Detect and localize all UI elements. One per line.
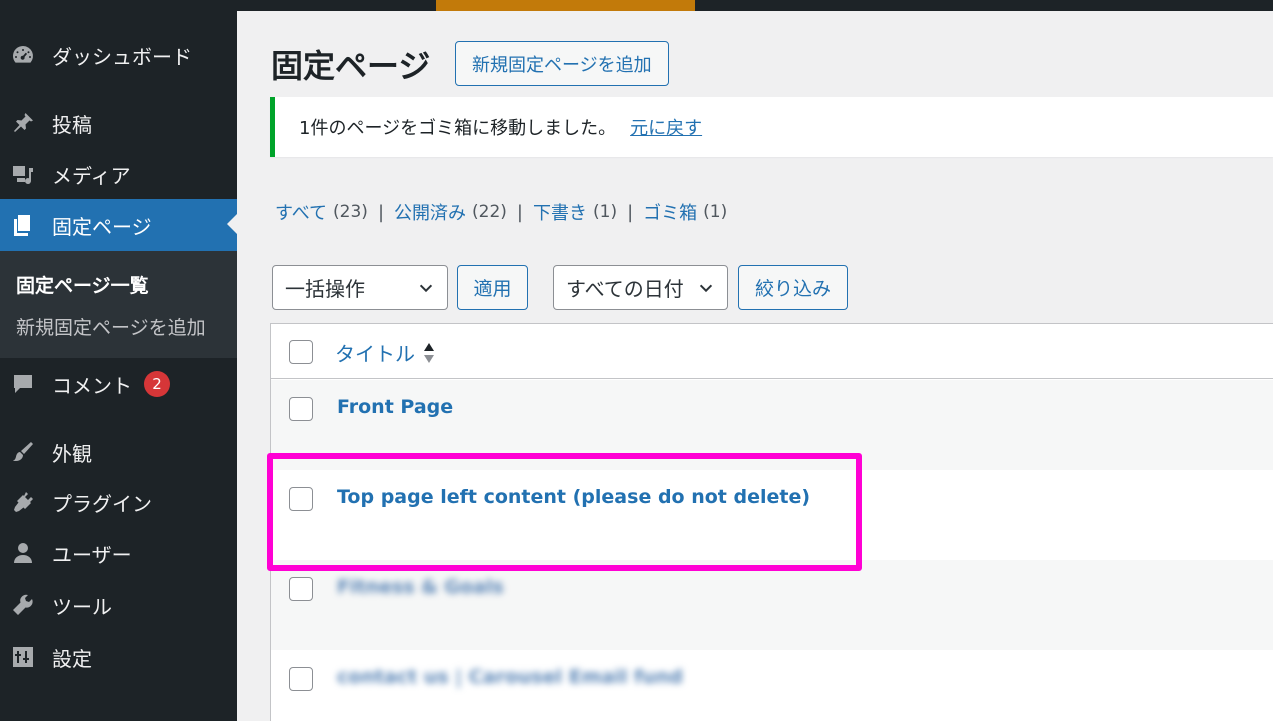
- bulk-action-value: 一括操作: [285, 277, 365, 301]
- filter-separator: |: [516, 201, 523, 223]
- sort-icon: [424, 342, 434, 363]
- row-checkbox[interactable]: [289, 667, 313, 691]
- main-content: 固定ページ 新規固定ページを追加 1件のページをゴミ箱に移動しました。 元に戻す…: [237, 11, 1273, 721]
- row-checkbox[interactable]: [289, 487, 313, 511]
- success-notice: 1件のページをゴミ箱に移動しました。 元に戻す: [270, 97, 1273, 157]
- bulk-action-select[interactable]: 一括操作: [272, 265, 448, 310]
- settings-icon: [11, 645, 35, 669]
- undo-link[interactable]: 元に戻す: [630, 114, 702, 140]
- date-filter-value: すべての日付: [566, 277, 684, 301]
- filter-draft-link[interactable]: 下書き: [533, 199, 587, 225]
- table-row: contact us | Carousel Email fund: [271, 650, 1273, 721]
- sidebar-item-settings[interactable]: 設定: [0, 632, 237, 682]
- filter-draft-count: (1): [593, 202, 618, 222]
- sidebar-item-label: ツール: [52, 594, 112, 619]
- sidebar-item-dashboard[interactable]: ダッシュボード: [0, 30, 237, 80]
- submenu-item-all-pages[interactable]: 固定ページ一覧: [16, 271, 149, 298]
- table-header: タイトル: [271, 324, 1273, 379]
- plugin-icon: [11, 490, 35, 514]
- row-title-link[interactable]: Front Page: [337, 396, 453, 418]
- sidebar-item-label: 固定ページ: [52, 214, 152, 239]
- table-row: Front Page: [271, 380, 1273, 470]
- pages-table: タイトル Front Page Top page left content (p…: [270, 323, 1273, 721]
- row-checkbox[interactable]: [289, 577, 313, 601]
- title-column-header[interactable]: タイトル: [335, 338, 435, 367]
- page-title: 固定ページ: [271, 47, 431, 85]
- table-row: Fitness & Goals: [271, 560, 1273, 650]
- pages-icon: [11, 213, 35, 237]
- filter-all-link[interactable]: すべて: [275, 199, 327, 225]
- filter-all-count: (23): [333, 202, 368, 222]
- wrench-icon: [11, 593, 35, 617]
- dashboard-icon: [11, 43, 35, 67]
- filter-trash-count: (1): [703, 202, 728, 222]
- add-new-page-button[interactable]: 新規固定ページを追加: [455, 41, 669, 86]
- sidebar-item-appearance[interactable]: 外観: [0, 427, 237, 477]
- chevron-down-icon: [419, 284, 433, 293]
- sidebar-item-tools[interactable]: ツール: [0, 580, 237, 630]
- user-icon: [11, 541, 35, 565]
- row-title-link[interactable]: Fitness & Goals: [337, 576, 504, 598]
- admin-bar-highlight[interactable]: [436, 0, 695, 11]
- select-all-checkbox[interactable]: [289, 340, 313, 364]
- table-row: Top page left content (please do not del…: [271, 470, 1273, 560]
- filter-button[interactable]: 絞り込み: [738, 265, 848, 310]
- row-checkbox[interactable]: [289, 397, 313, 421]
- sidebar-item-media[interactable]: メディア: [0, 149, 237, 199]
- filter-published-link[interactable]: 公開済み: [394, 199, 466, 225]
- title-column-label: タイトル: [335, 342, 415, 366]
- sidebar-item-label: ダッシュボード: [52, 44, 192, 69]
- pages-submenu: 固定ページ一覧 新規固定ページを追加: [0, 251, 237, 358]
- sidebar-item-label: コメント: [52, 373, 132, 398]
- sidebar-item-plugins[interactable]: プラグイン: [0, 477, 237, 527]
- sidebar-item-label: 投稿: [52, 112, 92, 137]
- appearance-brush-icon: [11, 440, 35, 464]
- row-title-link[interactable]: contact us | Carousel Email fund: [337, 666, 683, 688]
- filter-published-count: (22): [472, 202, 507, 222]
- date-filter-select[interactable]: すべての日付: [553, 265, 728, 310]
- media-icon: [11, 162, 35, 186]
- sidebar-item-label: プラグイン: [52, 491, 152, 516]
- notice-message: 1件のページをゴミ箱に移動しました。: [299, 118, 617, 139]
- chevron-down-icon: [699, 284, 713, 293]
- comment-count-badge: 2: [144, 371, 170, 397]
- admin-sidebar: ダッシュボード 投稿 メディア 固定ページ 固定ページ一覧 新規固定ページを追加…: [0, 0, 237, 721]
- submenu-item-add-new-page[interactable]: 新規固定ページを追加: [16, 313, 206, 340]
- sidebar-item-comments[interactable]: コメント 2: [0, 359, 237, 409]
- filter-separator: |: [627, 201, 634, 223]
- filter-separator: |: [377, 201, 385, 223]
- sidebar-item-posts[interactable]: 投稿: [0, 98, 237, 148]
- filter-trash-link[interactable]: ゴミ箱: [643, 199, 697, 225]
- comment-icon: [11, 372, 35, 396]
- sidebar-item-users[interactable]: ユーザー: [0, 528, 237, 578]
- sidebar-item-pages[interactable]: 固定ページ: [0, 199, 237, 251]
- sidebar-item-label: メディア: [52, 163, 131, 188]
- apply-button[interactable]: 適用: [457, 265, 528, 310]
- sidebar-item-label: 設定: [52, 646, 92, 671]
- status-filter-links: すべて (23) | 公開済み (22) | 下書き (1) | ゴミ箱 (1): [275, 199, 727, 225]
- sidebar-item-label: ユーザー: [52, 542, 132, 567]
- pin-icon: [11, 111, 35, 135]
- row-title-link[interactable]: Top page left content (please do not del…: [337, 486, 810, 508]
- sidebar-item-label: 外観: [52, 441, 92, 466]
